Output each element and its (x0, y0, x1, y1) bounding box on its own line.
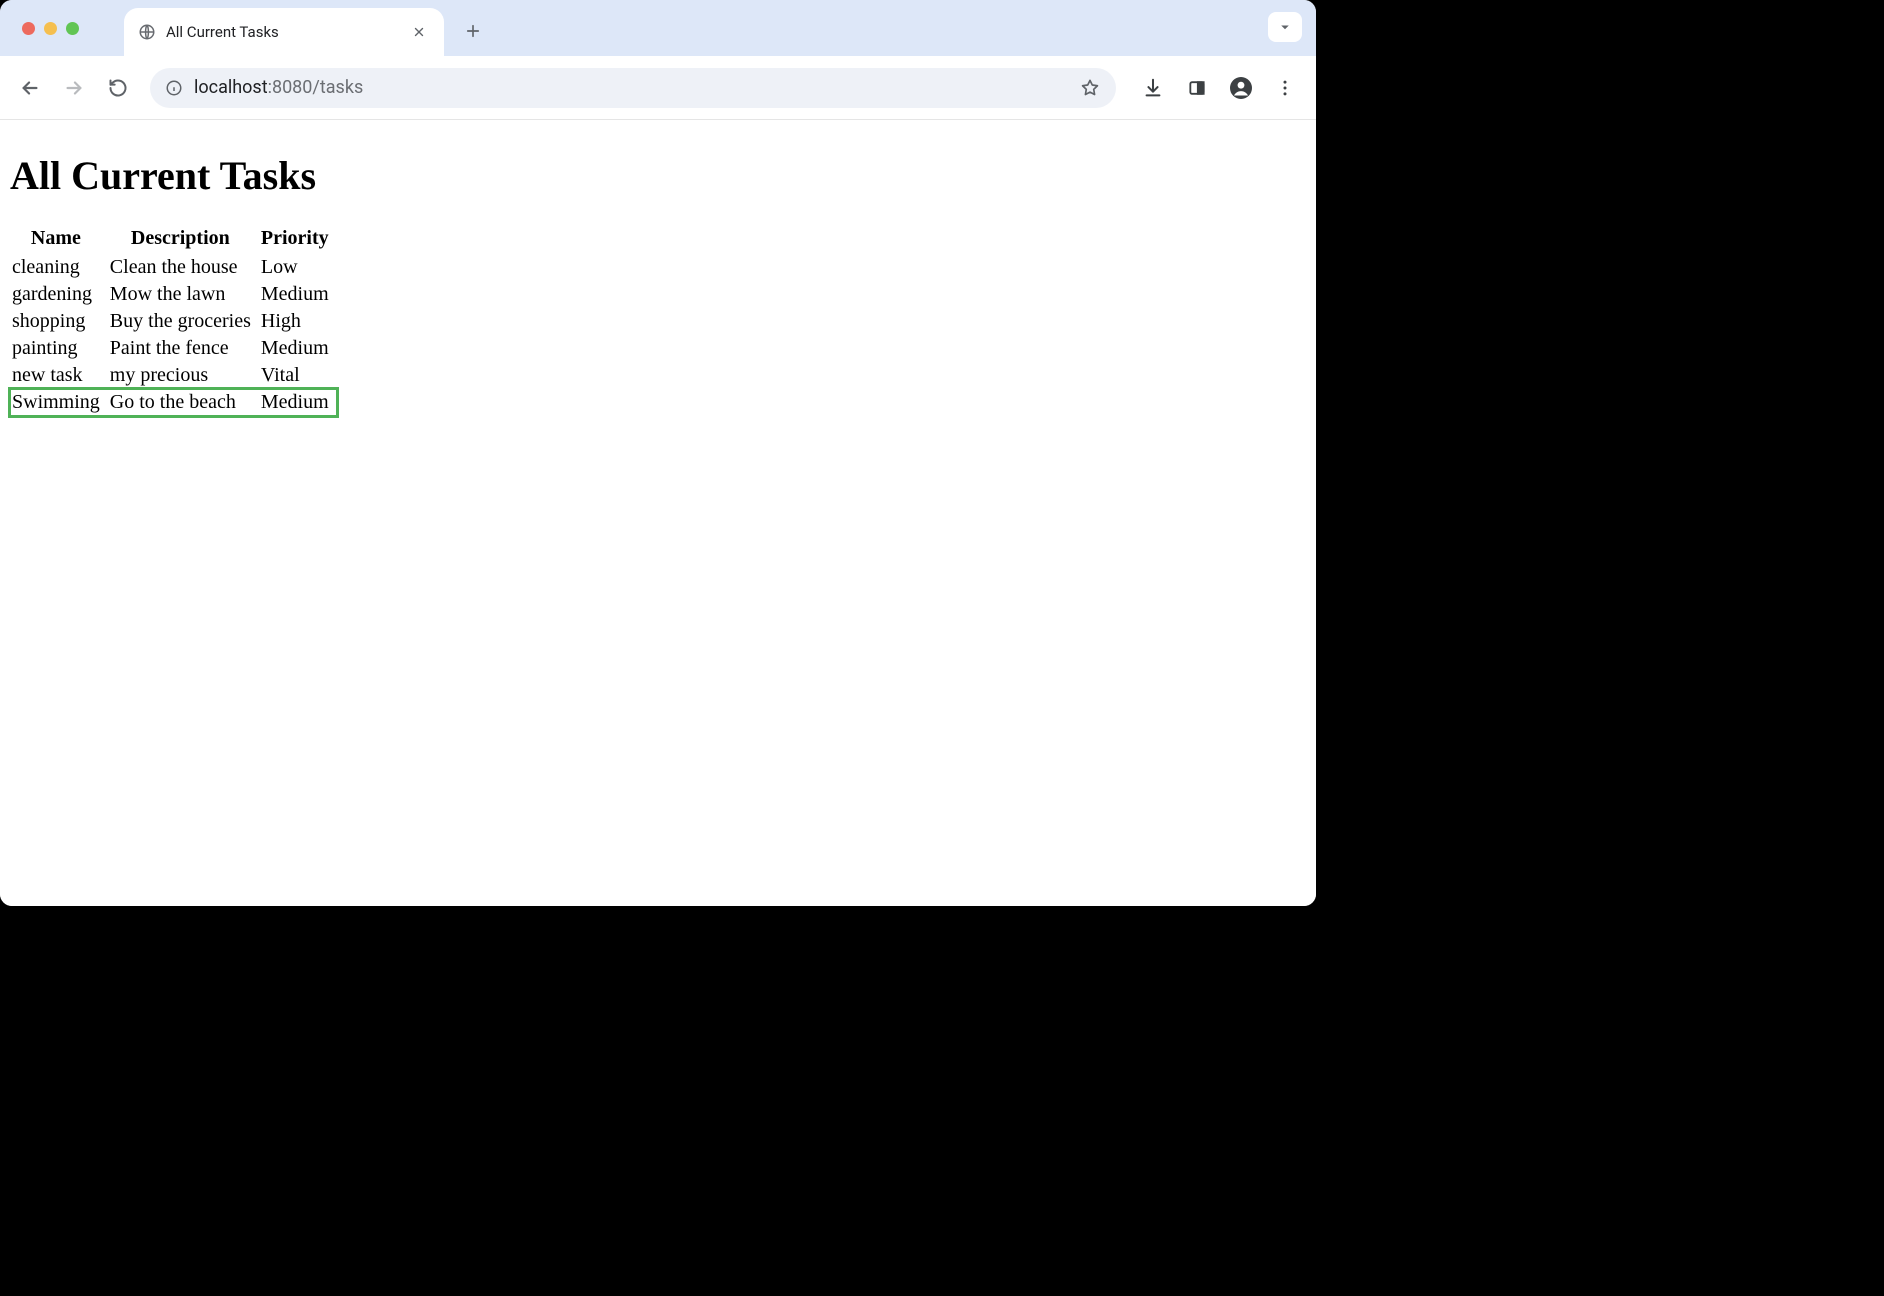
window-fullscreen-button[interactable] (66, 22, 79, 35)
downloads-button[interactable] (1134, 69, 1172, 107)
page-title: All Current Tasks (10, 152, 1306, 199)
table-row: shoppingBuy the groceriesHigh (10, 308, 337, 335)
profile-button[interactable] (1222, 69, 1260, 107)
cell-priority: Medium (259, 389, 337, 416)
cell-name: painting (10, 335, 108, 362)
bookmark-button[interactable] (1076, 74, 1104, 102)
table-row: gardeningMow the lawnMedium (10, 281, 337, 308)
tab-search-button[interactable] (1268, 12, 1302, 42)
globe-icon (138, 23, 156, 41)
cell-description: Go to the beach (108, 389, 259, 416)
cell-priority: Medium (259, 335, 337, 362)
tasks-table: Name Description Priority cleaningClean … (10, 225, 337, 416)
address-bar[interactable]: localhost:8080/tasks (150, 68, 1116, 108)
cell-description: Mow the lawn (108, 281, 259, 308)
page-content: All Current Tasks Name Description Prior… (0, 120, 1316, 906)
new-tab-button[interactable] (458, 16, 488, 46)
cell-description: Buy the groceries (108, 308, 259, 335)
browser-tab[interactable]: All Current Tasks (124, 8, 444, 56)
column-header-description: Description (108, 225, 259, 254)
cell-description: my precious (108, 362, 259, 389)
back-button[interactable] (12, 70, 48, 106)
column-header-priority: Priority (259, 225, 337, 254)
url-host: localhost (194, 77, 268, 98)
forward-button[interactable] (56, 70, 92, 106)
window-close-button[interactable] (22, 22, 35, 35)
table-row: SwimmingGo to the beachMedium (10, 389, 337, 416)
window-controls (22, 22, 79, 35)
cell-priority: Medium (259, 281, 337, 308)
tab-title: All Current Tasks (166, 23, 408, 41)
table-row: new taskmy preciousVital (10, 362, 337, 389)
table-row: paintingPaint the fenceMedium (10, 335, 337, 362)
cell-priority: Vital (259, 362, 337, 389)
side-panel-button[interactable] (1178, 69, 1216, 107)
cell-name: cleaning (10, 254, 108, 281)
column-header-name: Name (10, 225, 108, 254)
browser-window: All Current Tasks localhost:808 (0, 0, 1316, 906)
toolbar: localhost:8080/tasks (0, 56, 1316, 120)
cell-description: Clean the house (108, 254, 259, 281)
cell-name: shopping (10, 308, 108, 335)
window-minimize-button[interactable] (44, 22, 57, 35)
tab-close-button[interactable] (408, 21, 430, 43)
toolbar-actions (1134, 69, 1304, 107)
cell-description: Paint the fence (108, 335, 259, 362)
reload-button[interactable] (100, 70, 136, 106)
cell-name: new task (10, 362, 108, 389)
kebab-menu-button[interactable] (1266, 69, 1304, 107)
table-header-row: Name Description Priority (10, 225, 337, 254)
site-info-icon[interactable] (164, 78, 184, 98)
url-text: localhost:8080/tasks (194, 77, 1066, 98)
url-port: :8080 (268, 77, 313, 98)
cell-name: gardening (10, 281, 108, 308)
tab-bar: All Current Tasks (0, 0, 1316, 56)
table-row: cleaningClean the houseLow (10, 254, 337, 281)
url-path: /tasks (312, 77, 363, 98)
cell-priority: Low (259, 254, 337, 281)
cell-name: Swimming (10, 389, 108, 416)
cell-priority: High (259, 308, 337, 335)
